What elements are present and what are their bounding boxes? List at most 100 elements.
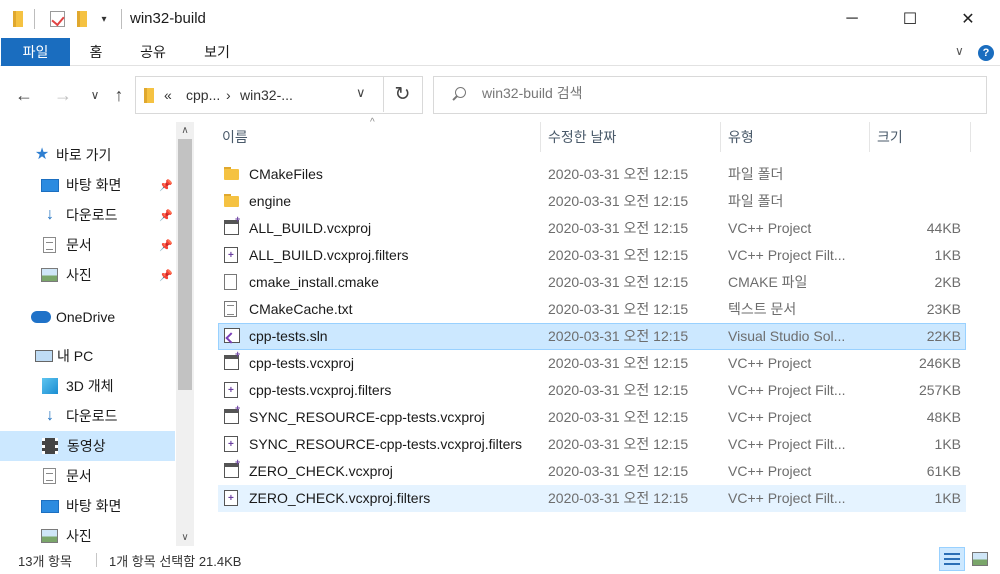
- file-row-sync-resource-vcxproj[interactable]: SYNC_RESOURCE-cpp-tests.vcxproj 2020-03-…: [218, 403, 966, 431]
- file-row-all-build-filters[interactable]: ALL_BUILD.vcxproj.filters 2020-03-31 오전 …: [218, 242, 966, 269]
- text-file-icon: [224, 301, 237, 317]
- sidebar-item-videos[interactable]: 동영상: [0, 431, 175, 461]
- sidebar-item-documents[interactable]: 문서: [0, 461, 175, 491]
- file-date: 2020-03-31 오전 12:15: [548, 490, 689, 506]
- file-name: ALL_BUILD.vcxproj.filters: [249, 247, 409, 263]
- address-bar[interactable]: « cpp... › win32-... ∨: [135, 76, 423, 114]
- refresh-button[interactable]: ↻: [383, 76, 421, 112]
- desktop-icon: [41, 499, 59, 513]
- file-row-zero-check-vcxproj[interactable]: ZERO_CHECK.vcxproj 2020-03-31 오전 12:15 V…: [218, 457, 966, 485]
- sidebar-item-label: 바탕 화면: [66, 498, 122, 514]
- recent-locations-button[interactable]: ∨: [84, 84, 106, 106]
- file-date: 2020-03-31 오전 12:15: [548, 328, 689, 344]
- breadcrumb-item[interactable]: cpp...: [186, 87, 220, 103]
- up-button[interactable]: ↑: [108, 84, 130, 106]
- file-row-cmake-install[interactable]: cmake_install.cmake 2020-03-31 오전 12:15 …: [218, 269, 966, 296]
- sidebar-item-pictures-pinned[interactable]: 사진 📌: [0, 260, 175, 290]
- maximize-button[interactable]: ☐: [880, 0, 940, 38]
- sidebar-item-downloads-pinned[interactable]: ↓ 다운로드 📌: [0, 200, 175, 230]
- vcxproj-icon: [224, 214, 240, 235]
- sidebar-item-desktop-pinned[interactable]: 바탕 화면 📌: [0, 170, 175, 200]
- sidebar-scrollbar[interactable]: ∧ ∨: [176, 122, 194, 546]
- search-icon: [452, 87, 466, 101]
- sidebar-item-onedrive[interactable]: OneDrive: [0, 302, 175, 332]
- column-divider[interactable]: [540, 122, 541, 152]
- scrollbar-thumb[interactable]: [178, 139, 192, 390]
- tab-home[interactable]: 홈: [78, 38, 114, 66]
- file-row-all-build-vcxproj[interactable]: ALL_BUILD.vcxproj 2020-03-31 오전 12:15 VC…: [218, 214, 966, 242]
- folder-icon: [224, 194, 240, 208]
- column-divider[interactable]: [970, 122, 971, 152]
- file-row-cpp-tests-sln[interactable]: cpp-tests.sln 2020-03-31 오전 12:15 Visual…: [218, 323, 966, 350]
- sidebar-item-pictures[interactable]: 사진: [0, 521, 175, 546]
- large-icons-view-button[interactable]: [967, 547, 993, 571]
- sidebar-item-this-pc[interactable]: 내 PC: [0, 341, 175, 371]
- help-icon[interactable]: ?: [978, 45, 994, 61]
- tab-file[interactable]: 파일: [1, 38, 70, 66]
- file-row-cpp-tests-vcxproj[interactable]: cpp-tests.vcxproj 2020-03-31 오전 12:15 VC…: [218, 349, 966, 377]
- blank-file-icon: [224, 274, 237, 290]
- address-dropdown-icon[interactable]: ∨: [356, 85, 366, 101]
- file-size: 48KB: [926, 409, 961, 425]
- sidebar-item-quick-access[interactable]: ★ 바로 가기: [0, 140, 175, 170]
- back-button[interactable]: ←: [13, 84, 35, 106]
- large-icons-view-icon: [972, 552, 988, 566]
- column-header-size[interactable]: 크기: [873, 122, 969, 152]
- details-view-button[interactable]: [939, 547, 965, 571]
- column-header-date[interactable]: 수정한 날짜: [544, 122, 719, 152]
- file-size: 2KB: [934, 274, 961, 290]
- tab-share[interactable]: 공유: [130, 38, 176, 66]
- scroll-down-arrow[interactable]: ∨: [176, 529, 194, 546]
- sidebar-item-documents-pinned[interactable]: 문서 📌: [0, 230, 175, 260]
- new-folder-icon[interactable]: [74, 9, 90, 29]
- ribbon-tabs: 파일 홈 공유 보기 ∨: [0, 38, 1000, 66]
- column-header-name[interactable]: 이름: [218, 122, 539, 152]
- sidebar-item-downloads[interactable]: ↓ 다운로드: [0, 401, 175, 431]
- breadcrumb-overflow[interactable]: «: [164, 87, 172, 103]
- expand-ribbon-icon[interactable]: ∨: [955, 44, 964, 58]
- vcxproj-filters-icon: [224, 436, 238, 452]
- properties-icon[interactable]: [48, 9, 66, 29]
- file-type: Visual Studio Sol...: [728, 328, 846, 344]
- close-button[interactable]: ✕: [938, 0, 998, 38]
- file-row-cmakefiles[interactable]: CMakeFiles 2020-03-31 오전 12:15 파일 폴더: [218, 161, 966, 188]
- sidebar-item-label: 바로 가기: [56, 147, 112, 163]
- file-row-engine[interactable]: engine 2020-03-31 오전 12:15 파일 폴더: [218, 188, 966, 215]
- file-size: 44KB: [926, 220, 961, 236]
- search-input[interactable]: [482, 85, 962, 101]
- breadcrumb-item[interactable]: win32-...: [240, 87, 293, 103]
- search-box[interactable]: [433, 76, 987, 114]
- column-divider[interactable]: [720, 122, 721, 152]
- forward-button[interactable]: →: [52, 84, 74, 106]
- scroll-up-arrow[interactable]: ∧: [176, 122, 194, 139]
- minimize-button[interactable]: ─: [822, 0, 882, 38]
- vcxproj-icon: [224, 403, 240, 424]
- vcxproj-icon: [224, 349, 240, 370]
- file-name: SYNC_RESOURCE-cpp-tests.vcxproj: [249, 409, 485, 425]
- file-date: 2020-03-31 오전 12:15: [548, 220, 689, 236]
- file-name: cpp-tests.vcxproj.filters: [249, 382, 392, 398]
- file-row-sync-resource-filters[interactable]: SYNC_RESOURCE-cpp-tests.vcxproj.filters …: [218, 431, 966, 458]
- star-icon: ★: [34, 146, 50, 163]
- tab-view[interactable]: 보기: [192, 38, 242, 66]
- customize-quick-access-icon[interactable]: ▾: [97, 9, 111, 29]
- sidebar-item-label: 사진: [66, 267, 92, 283]
- column-divider[interactable]: [869, 122, 870, 152]
- sidebar-item-3d-objects[interactable]: 3D 개체: [0, 371, 175, 401]
- file-row-zero-check-filters[interactable]: ZERO_CHECK.vcxproj.filters 2020-03-31 오전…: [218, 485, 966, 512]
- file-row-cmakecache[interactable]: CMakeCache.txt 2020-03-31 오전 12:15 텍스트 문…: [218, 296, 966, 323]
- file-type: VC++ Project Filt...: [728, 247, 846, 263]
- pictures-icon: [41, 268, 58, 282]
- document-icon: [43, 237, 56, 253]
- file-type: VC++ Project: [728, 355, 812, 371]
- file-size: 61KB: [926, 463, 961, 479]
- file-size: 1KB: [934, 436, 961, 452]
- sidebar-item-desktop[interactable]: 바탕 화면: [0, 491, 175, 521]
- desktop-icon: [41, 178, 59, 192]
- pictures-icon: [41, 529, 58, 543]
- file-row-cpp-tests-filters[interactable]: cpp-tests.vcxproj.filters 2020-03-31 오전 …: [218, 377, 966, 404]
- chevron-right-icon[interactable]: ›: [226, 87, 231, 103]
- sidebar-item-label: 문서: [66, 237, 92, 253]
- column-header-type[interactable]: 유형: [724, 122, 868, 152]
- file-type: VC++ Project Filt...: [728, 436, 846, 452]
